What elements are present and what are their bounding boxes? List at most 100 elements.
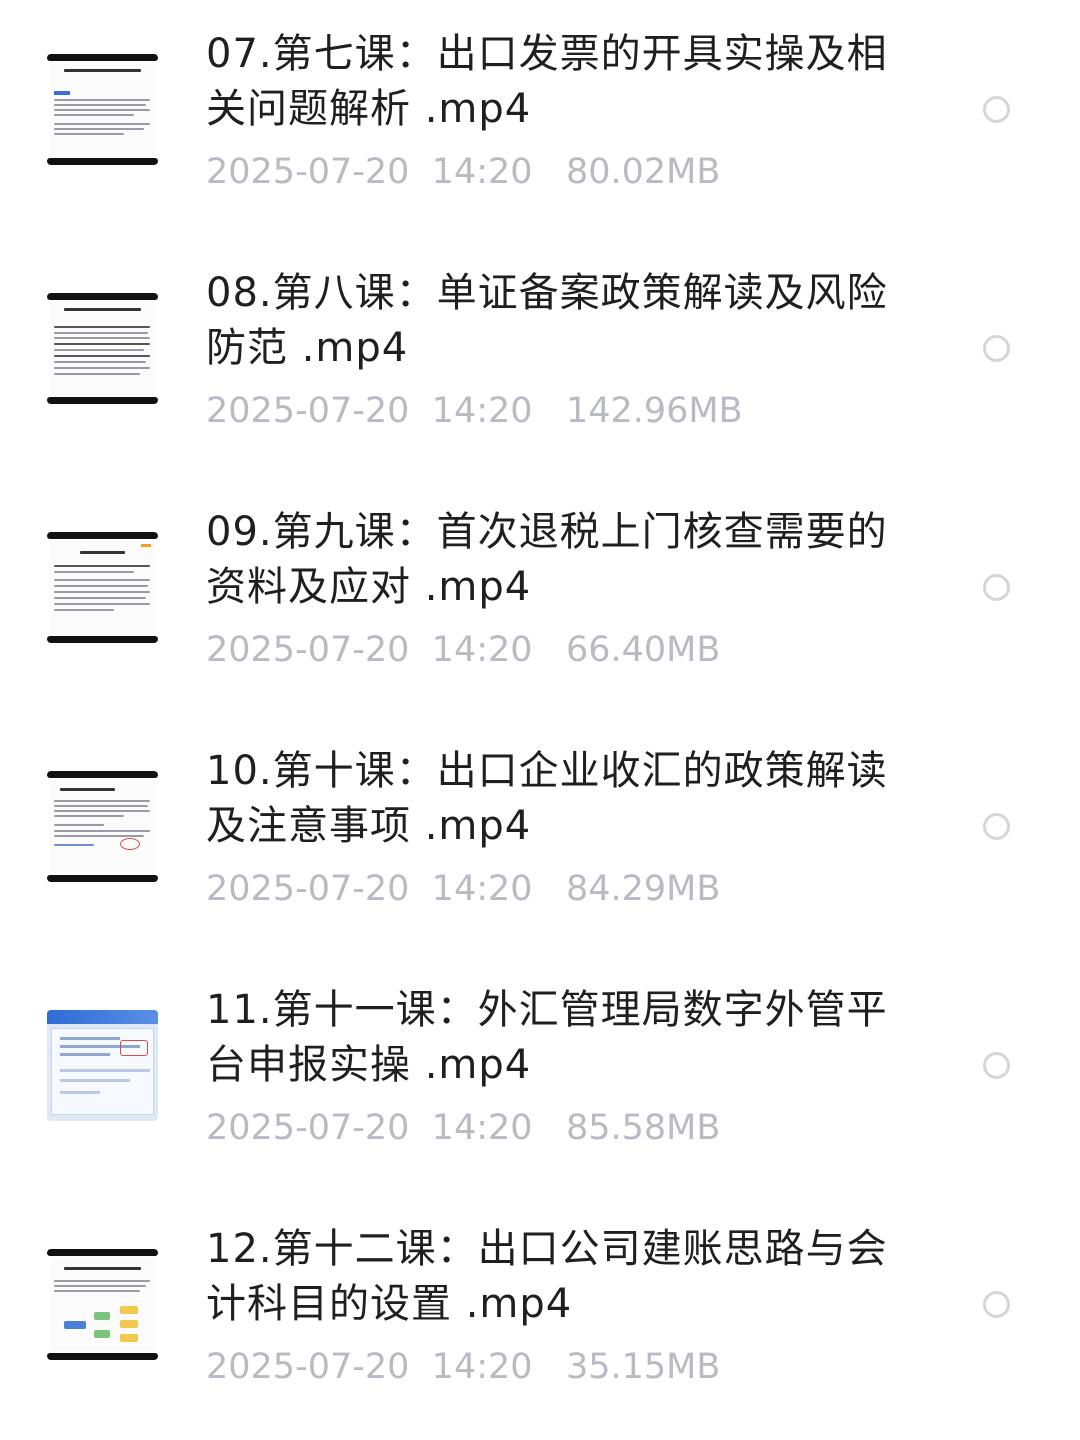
thumbnail-bar-top <box>47 54 158 61</box>
file-item[interactable]: 11.第十一课：外汇管理局数字外管平台申报实操 .mp4 2025-07-20 … <box>0 956 1080 1195</box>
thumbnail-line <box>60 1053 110 1056</box>
thumbnail-line <box>54 337 150 339</box>
thumbnail-line <box>54 99 150 101</box>
file-meta: 2025-07-20 14:20 85.58MB <box>206 1108 720 1148</box>
select-radio[interactable] <box>983 813 1010 840</box>
file-date: 2025-07-20 <box>206 1108 410 1148</box>
thumbnail-line <box>54 1290 140 1292</box>
file-title[interactable]: 07.第七课：出口发票的开具实操及相关问题解析 .mp4 <box>206 27 926 137</box>
file-title[interactable]: 08.第八课：单证备案政策解读及风险防范 .mp4 <box>206 266 926 376</box>
file-date: 2025-07-20 <box>206 1347 410 1387</box>
thumbnail-line <box>54 591 150 593</box>
video-thumbnail[interactable] <box>47 1010 158 1121</box>
thumbnail-line <box>54 1280 150 1282</box>
thumbnail-highlight <box>120 838 140 850</box>
file-title[interactable]: 12.第十二课：出口公司建账思路与会计科目的设置 .mp4 <box>206 1222 926 1332</box>
thumbnail-line <box>54 609 114 611</box>
file-title[interactable]: 09.第九课：首次退税上门核查需要的资料及应对 .mp4 <box>206 505 926 615</box>
file-title[interactable]: 10.第十课：出口企业收汇的政策解读及注意事项 .mp4 <box>206 744 926 854</box>
thumbnail-line <box>60 1069 150 1072</box>
thumbnail-bar-bottom <box>47 636 158 643</box>
thumbnail-line <box>54 844 94 846</box>
file-time: 14:20 <box>431 1108 533 1148</box>
thumbnail-node <box>120 1320 138 1328</box>
thumbnail-doc-title <box>64 1267 141 1270</box>
thumbnail-bar-bottom <box>47 1353 158 1360</box>
file-time: 14:20 <box>431 152 533 192</box>
select-radio[interactable] <box>983 1291 1010 1318</box>
thumbnail-line <box>54 373 140 375</box>
thumbnail-line <box>54 367 150 369</box>
thumbnail-line <box>54 361 146 363</box>
thumbnail-doc-title <box>60 788 115 791</box>
thumbnail-line <box>60 1079 130 1082</box>
thumbnail-line <box>54 835 144 837</box>
select-radio[interactable] <box>983 96 1010 123</box>
file-item[interactable]: 10.第十课：出口企业收汇的政策解读及注意事项 .mp4 2025-07-20 … <box>0 717 1080 956</box>
thumbnail-bar-top <box>47 771 158 778</box>
thumbnail-line <box>54 603 150 605</box>
file-title[interactable]: 11.第十一课：外汇管理局数字外管平台申报实操 .mp4 <box>206 983 926 1093</box>
file-size: 35.15MB <box>565 1347 721 1387</box>
file-item[interactable]: 07.第七课：出口发票的开具实操及相关问题解析 .mp4 2025-07-20 … <box>0 0 1080 239</box>
thumbnail-node <box>120 1334 138 1342</box>
thumbnail-bar-top <box>47 1249 158 1256</box>
thumbnail-bar-bottom <box>47 875 158 882</box>
file-time: 14:20 <box>431 391 533 431</box>
thumbnail-line <box>54 800 150 802</box>
thumbnail-bar-bottom <box>47 397 158 404</box>
thumbnail-tag <box>54 91 70 95</box>
thumbnail-line <box>54 1285 146 1287</box>
thumbnail-line <box>54 810 150 812</box>
file-time: 14:20 <box>431 630 533 670</box>
thumbnail-document <box>50 302 155 395</box>
file-time: 14:20 <box>431 869 533 909</box>
thumbnail-bar-top <box>47 293 158 300</box>
video-thumbnail[interactable] <box>47 293 158 404</box>
video-thumbnail[interactable] <box>47 1249 158 1360</box>
thumbnail-node <box>120 1306 138 1314</box>
file-meta: 2025-07-20 14:20 142.96MB <box>206 391 743 431</box>
thumbnail-line <box>60 1091 100 1094</box>
thumbnail-node <box>94 1330 110 1338</box>
thumbnail-doc-title <box>80 551 125 554</box>
file-meta: 2025-07-20 14:20 84.29MB <box>206 869 720 909</box>
file-date: 2025-07-20 <box>206 152 410 192</box>
video-thumbnail[interactable] <box>47 771 158 882</box>
thumbnail-line <box>54 332 148 334</box>
file-date: 2025-07-20 <box>206 869 410 909</box>
thumbnail-line <box>54 326 150 328</box>
file-size: 66.40MB <box>565 630 721 670</box>
thumbnail-document <box>50 780 155 873</box>
select-radio[interactable] <box>983 574 1010 601</box>
thumbnail-node <box>94 1312 110 1320</box>
file-item[interactable]: 12.第十二课：出口公司建账思路与会计科目的设置 .mp4 2025-07-20… <box>0 1195 1080 1434</box>
thumbnail-line <box>54 579 150 581</box>
file-item[interactable]: 08.第八课：单证备案政策解读及风险防范 .mp4 2025-07-20 14:… <box>0 239 1080 478</box>
thumbnail-logo <box>141 544 151 547</box>
thumbnail-node <box>64 1321 86 1329</box>
thumbnail-line <box>54 104 146 106</box>
thumbnail-line <box>54 343 150 345</box>
file-meta: 2025-07-20 14:20 35.15MB <box>206 1347 720 1387</box>
select-radio[interactable] <box>983 1052 1010 1079</box>
thumbnail-line <box>54 830 150 832</box>
video-thumbnail[interactable] <box>47 54 158 165</box>
file-meta: 2025-07-20 14:20 80.02MB <box>206 152 720 192</box>
thumbnail-document <box>50 1258 155 1351</box>
thumbnail-line <box>54 815 124 817</box>
thumbnail-line <box>54 114 134 116</box>
thumbnail-document <box>50 63 155 156</box>
file-meta: 2025-07-20 14:20 66.40MB <box>206 630 720 670</box>
thumbnail-highlight <box>120 1040 148 1056</box>
select-radio[interactable] <box>983 335 1010 362</box>
thumbnail-line <box>54 597 146 599</box>
thumbnail-line <box>54 355 150 357</box>
thumbnail-line <box>54 128 144 130</box>
video-thumbnail[interactable] <box>47 532 158 643</box>
file-size: 85.58MB <box>565 1108 721 1148</box>
thumbnail-doc-title <box>64 308 141 311</box>
file-size: 84.29MB <box>565 869 721 909</box>
file-item[interactable]: 09.第九课：首次退税上门核查需要的资料及应对 .mp4 2025-07-20 … <box>0 478 1080 717</box>
thumbnail-bar-top <box>47 532 158 539</box>
